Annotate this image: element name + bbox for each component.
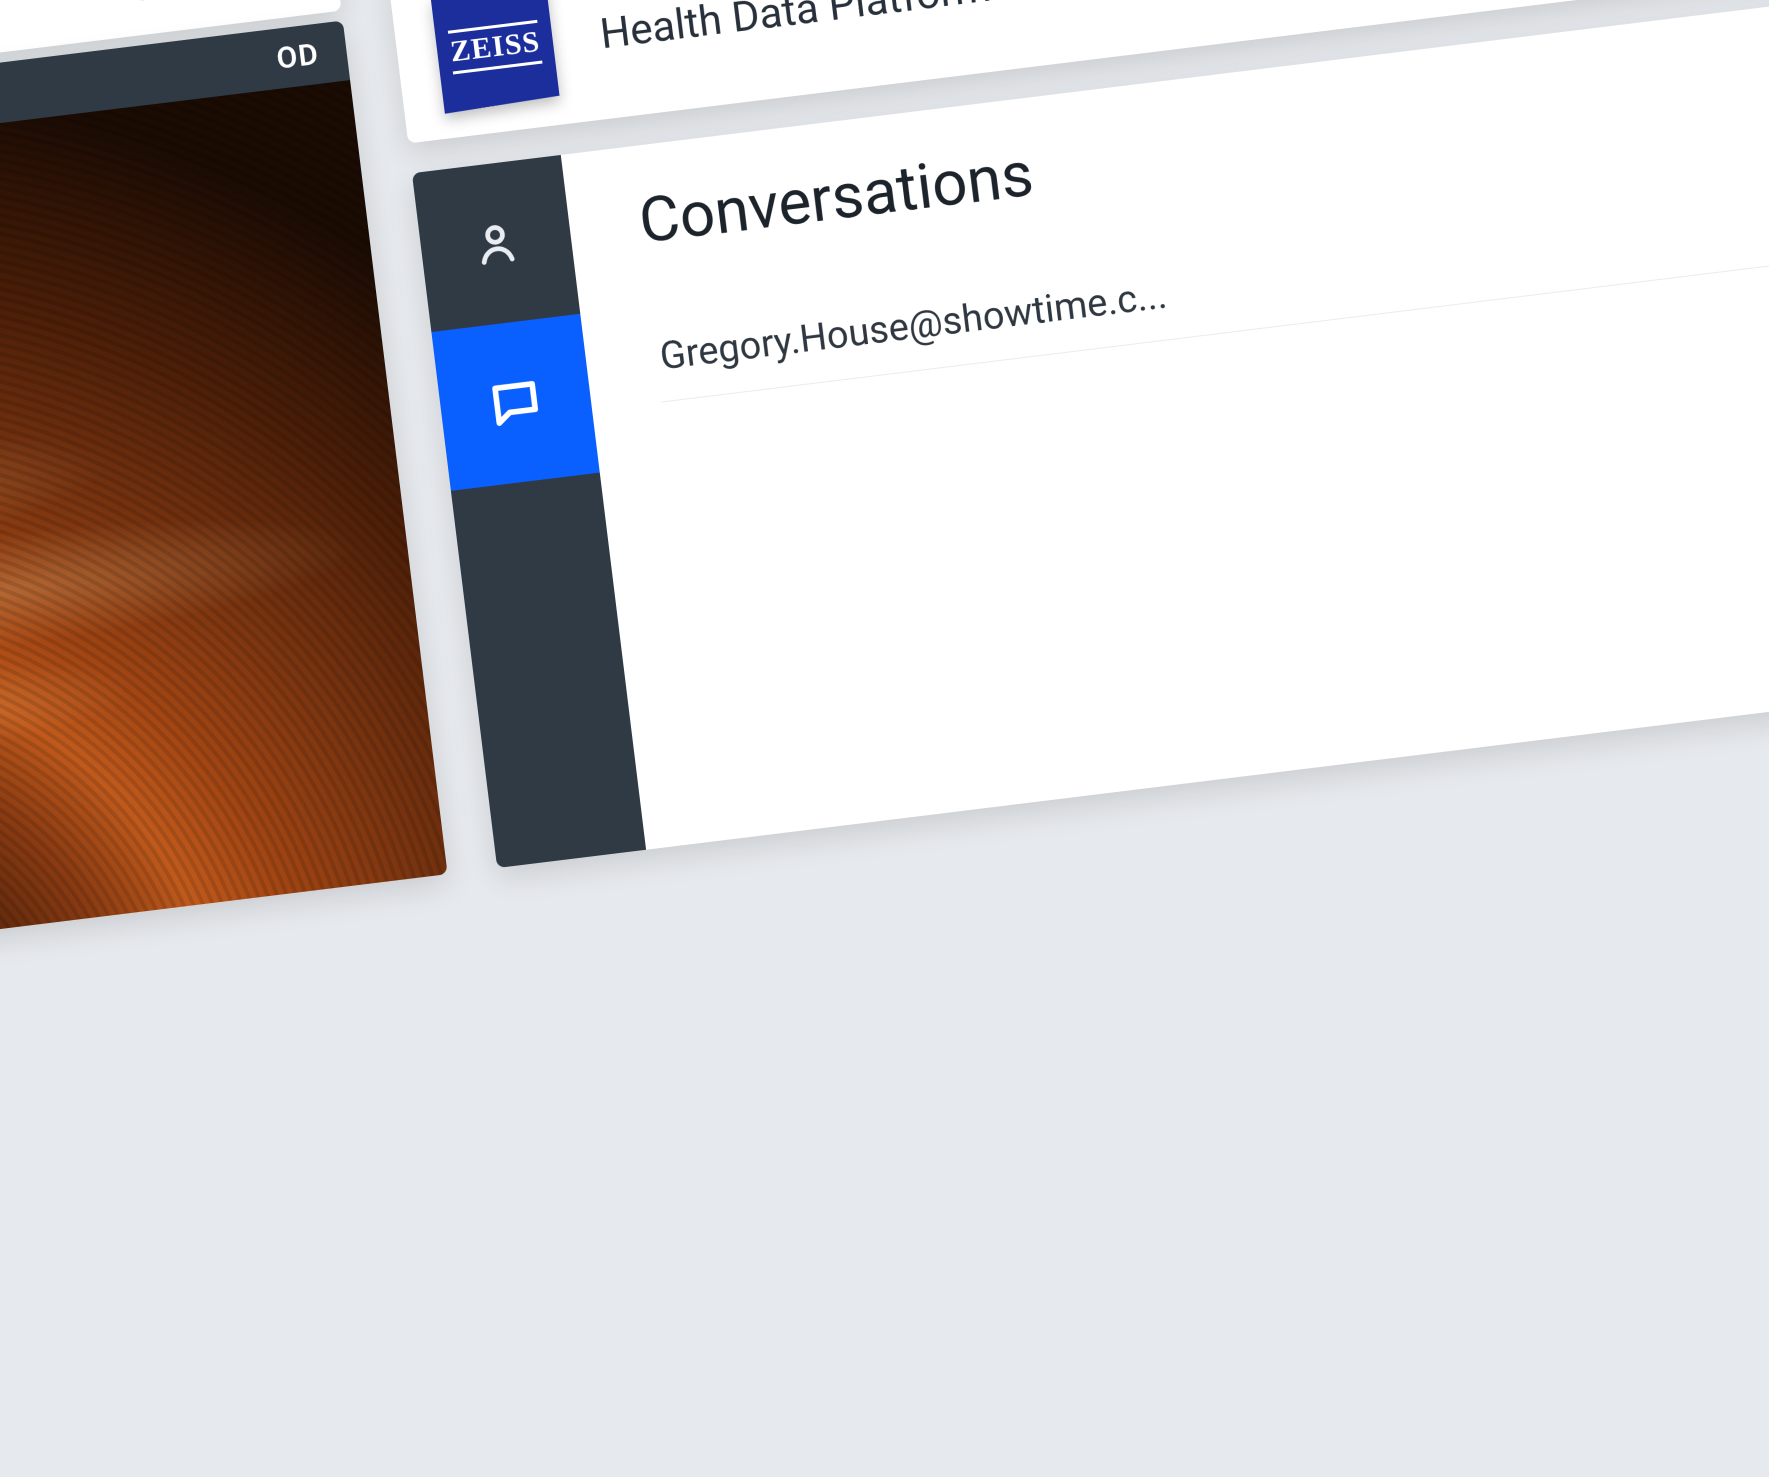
iris-image[interactable] bbox=[0, 80, 447, 1001]
person-icon bbox=[467, 214, 525, 272]
x-tick-2: 50000 bbox=[60, 0, 298, 18]
chat-icon bbox=[484, 371, 546, 433]
eye-laterality-label: OD bbox=[274, 36, 320, 76]
sidebar-item-profile[interactable] bbox=[411, 154, 579, 331]
zeiss-logo-text: ZEISS bbox=[447, 19, 542, 74]
zeiss-logo: ZEISS bbox=[430, 0, 559, 113]
sidebar-item-chat[interactable] bbox=[431, 313, 599, 490]
image-viewer-card: OD bbox=[0, 20, 447, 1000]
conversations-card: Conversations Gregory.House@showtime.c..… bbox=[411, 0, 1769, 868]
product-title: Health Data Platform bbox=[597, 0, 993, 58]
conversations-main: Conversations Gregory.House@showtime.c..… bbox=[560, 0, 1769, 849]
